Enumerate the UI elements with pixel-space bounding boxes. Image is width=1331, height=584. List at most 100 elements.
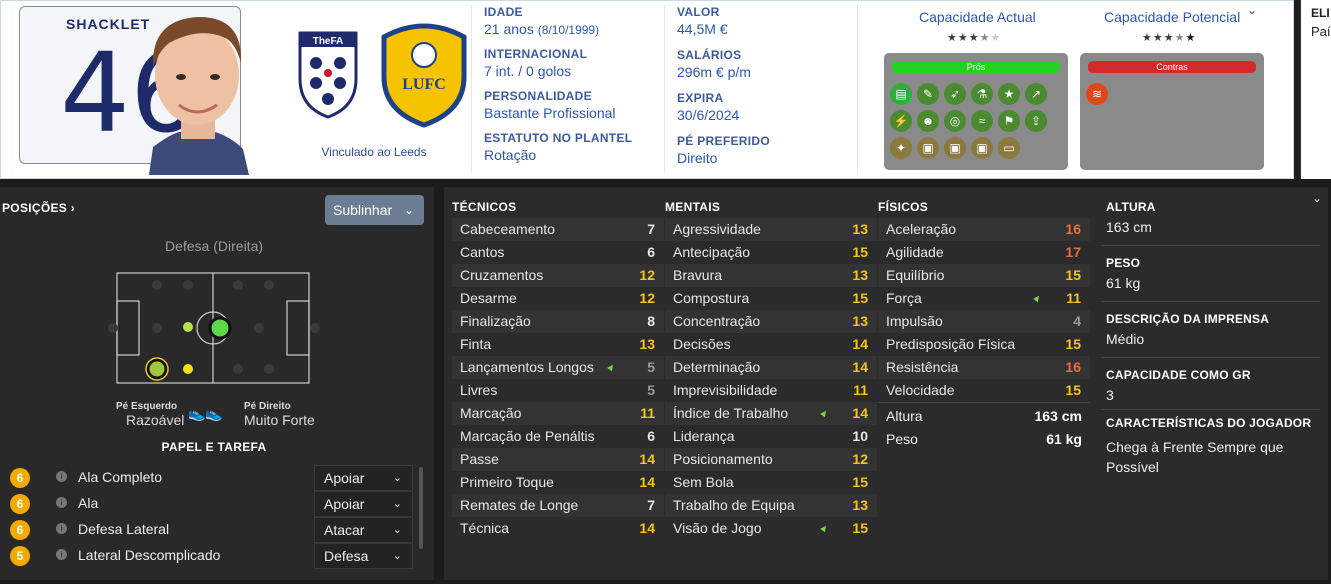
pro-trait-icon[interactable]: ⇪ [1025,110,1047,132]
attribute-row[interactable]: Aceleração 16 [878,218,1090,241]
attribute-row[interactable]: Posicionamento 12 [665,448,877,471]
attribute-name: Desarme [460,290,517,306]
divider [857,5,858,173]
pro-trait-icon[interactable]: ➶ [944,83,966,105]
attribute-row[interactable]: Liderança 10 [665,425,877,448]
pro-trait-icon[interactable]: ★ [998,83,1020,105]
con-trait-icon[interactable]: ≋ [1086,83,1108,105]
attribute-row[interactable]: Índice de Trabalho ▲ 14 [665,402,877,425]
attribute-row[interactable]: Finalização 8 [452,310,664,333]
age-label: IDADE [484,5,523,19]
pro-trait-icon[interactable]: ≈ [971,110,993,132]
info-icon[interactable]: i [56,549,67,560]
preferred-foot-label: PÉ PREFERIDO [677,134,770,148]
attribute-row[interactable]: Finta 13 [452,333,664,356]
info-column-2: VALOR 44,5M € SALÁRIOS 296m € p/m EXPIRA… [677,5,852,166]
value-block: VALOR 44,5M € [677,5,852,48]
role-rating-badge: 6 [10,520,30,540]
info-value: Médio [1106,331,1145,347]
attribute-row[interactable]: Força ▲ 11 [878,287,1090,310]
pro-trait-icon[interactable]: ▣ [944,137,966,159]
role-row[interactable]: 6 i Ala Completo Apoiar ⌄ [0,465,418,491]
role-row[interactable]: 6 i Defesa Lateral Atacar ⌄ [0,517,418,543]
role-row[interactable]: 5 i Lateral Descomplicado Defesa ⌄ [0,543,418,569]
attribute-row[interactable]: Técnica 14 [452,517,664,540]
attribute-row[interactable]: Resistência 16 [878,356,1090,379]
attribute-row[interactable]: Compostura 15 [665,287,877,310]
attribute-row[interactable]: Trabalho de Equipa 13 [665,494,877,517]
attribute-name: Resistência [886,359,959,375]
pro-trait-icon[interactable]: ✦ [890,137,912,159]
info-icon[interactable]: i [56,497,67,508]
attribute-row[interactable]: Visão de Jogo ▲ 15 [665,517,877,540]
attribute-row[interactable]: Decisões 14 [665,333,877,356]
attribute-name: Sem Bola [673,474,734,490]
attribute-row[interactable]: Antecipação 15 [665,241,877,264]
attribute-row[interactable]: Livres 5 [452,379,664,402]
attribute-row[interactable]: Passe 14 [452,448,664,471]
attribute-name: Posicionamento [673,451,773,467]
pro-trait-icon[interactable]: ↗ [1025,83,1047,105]
attribute-row[interactable]: Cruzamentos 12 [452,264,664,287]
attribute-value: 12 [852,451,868,467]
attribute-row[interactable]: Remates de Longe 7 [452,494,664,517]
attribute-row[interactable]: Desarme 12 [452,287,664,310]
duty-dropdown[interactable]: Apoiar ⌄ [314,491,413,517]
preferred-foot-value: Direito [677,150,718,166]
attribute-row[interactable]: Marcação 11 [452,402,664,425]
attribute-row[interactable]: Agressividade 13 [665,218,877,241]
attribute-row[interactable]: Cabeceamento 7 [452,218,664,241]
attribute-value: 5 [647,382,655,398]
positions-title[interactable]: POSIÇÕES › [2,201,75,215]
pro-trait-icon[interactable]: ▭ [998,137,1020,159]
attribute-value: 15 [1065,336,1081,352]
pro-trait-icon[interactable]: ⚑ [998,110,1020,132]
attribute-row[interactable]: Marcação de Penáltis 6 [452,425,664,448]
attribute-row[interactable]: Agilidade 17 [878,241,1090,264]
attribute-row[interactable]: Bravura 13 [665,264,877,287]
pro-trait-icon[interactable]: ⚡ [890,110,912,132]
duty-dropdown[interactable]: Defesa ⌄ [314,543,413,569]
physical-title: FÍSICOS [878,200,929,214]
role-row[interactable]: 6 i Ala Apoiar ⌄ [0,491,418,517]
attribute-row[interactable]: Cantos 6 [452,241,664,264]
attribute-row[interactable]: Impulsão 4 [878,310,1090,333]
pros-box: Prós ▤ ✎ ➶ ⚗ ★ ↗ ⚡ ☻ ◎ ≈ ⚑ ⇪ ✦ ▣ ▣ ▣ ▭ [884,53,1068,170]
pro-trait-icon[interactable]: ☻ [917,110,939,132]
duty-label: Apoiar [324,496,365,512]
pros-header: Prós [892,61,1060,73]
attribute-row[interactable]: Primeiro Toque 14 [452,471,664,494]
attribute-row[interactable]: Determinação 14 [665,356,877,379]
attribute-name: Força [886,290,922,306]
duty-dropdown[interactable]: Apoiar ⌄ [314,465,413,491]
pro-trait-icon[interactable]: ▣ [917,137,939,159]
attribute-name: Finta [460,336,492,352]
attribute-row[interactable]: Concentração 13 [665,310,877,333]
pro-trait-icon[interactable]: ◎ [944,110,966,132]
age-value: 21 anos [484,21,534,37]
pro-trait-icon[interactable]: ▤ [890,83,912,105]
attribute-row[interactable]: Sem Bola 15 [665,471,877,494]
attribute-row[interactable]: Predisposição Física 15 [878,333,1090,356]
attribute-row[interactable]: Imprevisibilidade 11 [665,379,877,402]
attribute-row[interactable]: Velocidade 15 [878,379,1090,402]
pro-trait-icon[interactable]: ▣ [971,137,993,159]
pro-trait-icon[interactable]: ✎ [917,83,939,105]
scrollbar[interactable] [419,467,423,549]
highlight-dropdown[interactable]: Sublinhar ⌄ [325,195,424,225]
info-icon[interactable]: i [56,471,67,482]
attribute-row[interactable]: Equilíbrio 15 [878,264,1090,287]
duty-dropdown[interactable]: Atacar ⌄ [314,517,413,543]
chevron-down-icon[interactable]: ⌄ [1312,191,1322,205]
attribute-name: Imprevisibilidade [673,382,778,398]
info-icon[interactable]: i [56,523,67,534]
attribute-name: Agressividade [673,221,761,237]
divider [1101,409,1320,410]
attribute-row[interactable]: Lançamentos Longos ▲ 5 [452,356,664,379]
info-label: DESCRIÇÃO DA IMPRENSA [1106,312,1270,326]
info-value: 163 cm [1106,219,1152,235]
pro-trait-icon[interactable]: ⚗ [971,83,993,105]
chevron-down-icon[interactable]: ⌄ [1247,3,1257,17]
divider [471,5,472,173]
chevron-down-icon: ⌄ [392,524,402,536]
